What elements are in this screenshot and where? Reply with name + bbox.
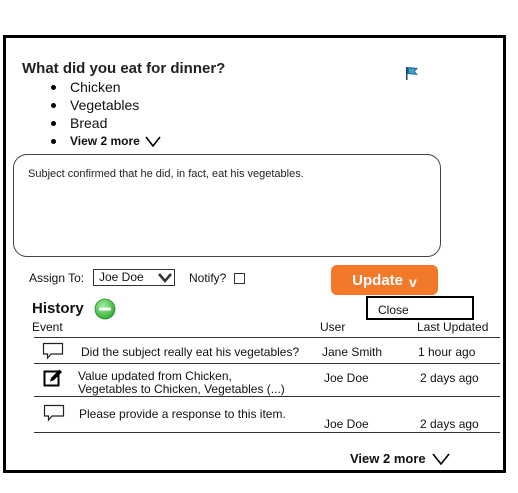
update-button[interactable]: Update v [331, 265, 438, 295]
update-arrow: v [409, 273, 417, 290]
assign-label: Assign To: [29, 271, 85, 285]
chevron-down-icon [158, 272, 172, 283]
assign-select[interactable]: Joe Doe [93, 269, 175, 286]
option-item: Chicken [48, 78, 161, 96]
assign-value: Joe Doe [99, 270, 144, 284]
close-menu-item[interactable]: Close [366, 296, 474, 320]
notify-label: Notify? [189, 271, 227, 285]
chevron-down-icon [432, 453, 450, 465]
history-user: Jane Smith [322, 345, 383, 359]
history-user: Joe Doe [324, 417, 369, 431]
row-divider [34, 337, 500, 338]
option-item: Vegetables [48, 96, 161, 114]
comment-icon [42, 342, 64, 360]
column-header-user: User [320, 320, 346, 334]
view-more-history-link[interactable]: View 2 more [350, 451, 450, 466]
row-divider [34, 396, 500, 397]
flag-icon[interactable] [404, 65, 420, 81]
column-header-event: Event [32, 320, 63, 334]
answer-options: Chicken Vegetables Bread View 2 more [48, 78, 161, 150]
option-item: Bread [48, 114, 161, 132]
history-event-text: Did the subject really eat his vegetable… [81, 345, 300, 359]
history-time: 2 days ago [420, 417, 479, 431]
view-more-options-link[interactable]: View 2 more [48, 132, 161, 150]
chevron-down-icon [145, 136, 161, 147]
history-time: 1 hour ago [418, 345, 476, 359]
question-title: What did you eat for dinner? [22, 60, 226, 77]
history-event-line: Vegetables to Chicken, Vegetables (...) [78, 382, 285, 396]
history-event-text: Please provide a response to this item. [79, 407, 286, 421]
note-textarea[interactable]: Subject confirmed that he did, in fact, … [13, 154, 441, 257]
collapse-icon[interactable] [94, 298, 116, 320]
comment-icon [43, 404, 65, 422]
view-more-history-label: View 2 more [350, 451, 426, 466]
history-user: Joe Doe [324, 371, 369, 385]
edit-icon [43, 369, 62, 387]
notify-checkbox[interactable] [234, 273, 245, 284]
history-title: History [32, 300, 84, 317]
row-divider [34, 432, 500, 433]
view-more-options-label: View 2 more [70, 134, 140, 148]
column-header-updated: Last Updated [417, 320, 489, 334]
note-text: Subject confirmed that he did, in fact, … [28, 168, 304, 180]
history-event-text: Value updated from Chicken, Vegetables t… [78, 370, 285, 396]
history-time: 2 days ago [420, 371, 479, 385]
row-divider [34, 363, 500, 364]
update-label: Update [352, 271, 404, 289]
query-panel: What did you eat for dinner? Chicken Veg… [3, 35, 506, 473]
